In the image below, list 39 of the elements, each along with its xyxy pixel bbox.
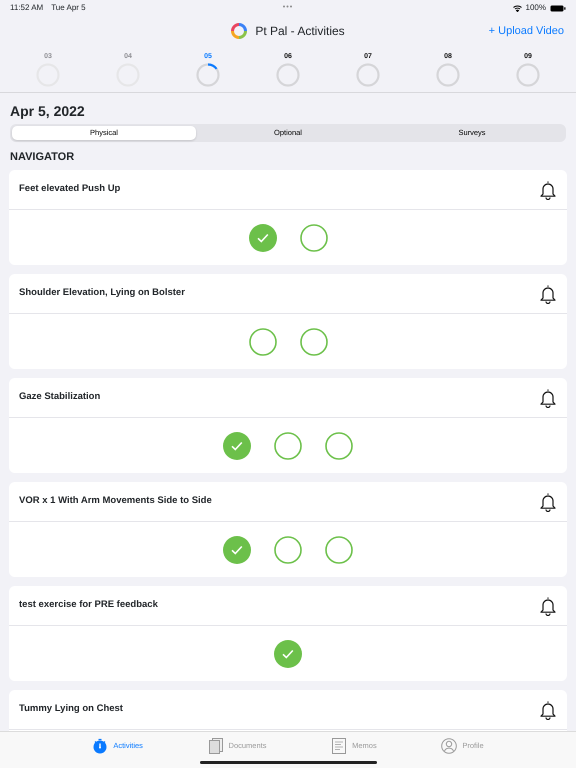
status-time: 11:52 AM	[10, 2, 44, 14]
exercise-name: test exercise for PRE feedback	[19, 598, 158, 612]
status-date: Tue Apr 5	[51, 2, 86, 14]
exercise-name: Shoulder Elevation, Lying on Bolster	[19, 286, 185, 300]
set-checkbox[interactable]	[248, 222, 278, 252]
bell-icon[interactable]	[539, 388, 557, 408]
set-checkbox[interactable]	[324, 534, 354, 564]
set-checkbox[interactable]	[222, 430, 252, 460]
exercise-name: Tummy Lying on Chest	[19, 702, 123, 716]
set-checkbox[interactable]	[324, 430, 354, 460]
app-logo-icon	[231, 23, 248, 39]
set-checkbox[interactable]	[273, 638, 303, 668]
progress-ring[interactable]	[195, 62, 221, 88]
set-checkbox[interactable]	[248, 326, 278, 356]
bell-icon[interactable]	[539, 492, 557, 512]
date-heading: Apr 5, 2022	[9, 102, 86, 121]
exercise-name: Gaze Stabilization	[19, 390, 100, 404]
set-checkbox[interactable]	[273, 534, 303, 564]
set-checkbox[interactable]	[222, 534, 252, 564]
profile-icon[interactable]	[441, 738, 458, 754]
exercise-name: VOR x 1 With Arm Movements Side to Side	[19, 494, 212, 508]
set-checkbox[interactable]	[273, 430, 303, 460]
documents-icon[interactable]	[208, 738, 224, 754]
battery-icon	[550, 4, 566, 12]
wifi-icon	[512, 4, 522, 12]
upload-video-link[interactable]: + Upload Video	[488, 23, 564, 40]
bell-icon[interactable]	[539, 700, 557, 720]
bell-icon[interactable]	[539, 284, 557, 304]
stopwatch-icon[interactable]	[92, 738, 108, 754]
exercise-name: Feet elevated Push Up	[19, 182, 120, 196]
battery-level: 100%	[526, 2, 546, 14]
section-title: NAVIGATOR	[9, 150, 76, 165]
bell-icon[interactable]	[539, 596, 557, 616]
set-checkbox[interactable]	[298, 326, 328, 356]
memo-icon[interactable]	[331, 738, 348, 754]
more-icon[interactable]	[282, 4, 293, 9]
set-checkbox[interactable]	[298, 222, 328, 252]
app-title: Pt Pal - Activities	[255, 23, 345, 40]
bell-icon[interactable]	[539, 180, 557, 200]
